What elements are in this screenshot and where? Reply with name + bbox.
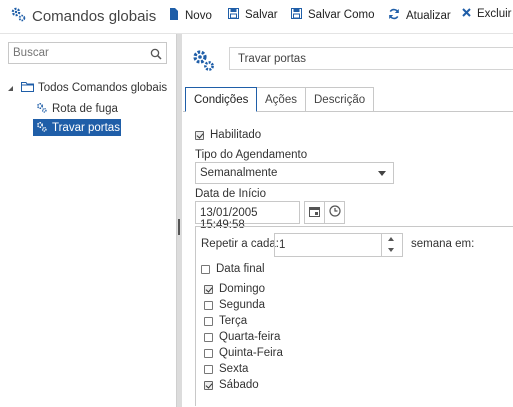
- delete-button[interactable]: Excluir: [462, 8, 512, 20]
- expand-triangle-icon[interactable]: [8, 82, 13, 94]
- repeat-label: Repetir a cada:: [201, 238, 279, 250]
- day-checkbox-row[interactable]: Sábado: [204, 379, 259, 391]
- save-as-button-label: Salvar Como: [308, 9, 375, 21]
- day-checkbox-row[interactable]: Sexta: [204, 363, 248, 375]
- chevron-up-icon[interactable]: [388, 237, 394, 241]
- tree-root[interactable]: Todos Comandos globais: [8, 80, 167, 96]
- save-button[interactable]: Salvar: [228, 8, 278, 22]
- tab-acoes[interactable]: Ações: [257, 87, 306, 111]
- repeat-interval-stepper[interactable]: 1: [274, 233, 403, 257]
- day-label: Domingo: [219, 283, 266, 295]
- end-date-checkbox[interactable]: [201, 264, 210, 274]
- day-checkbox-row[interactable]: Quarta-feira: [204, 331, 280, 343]
- refresh-button[interactable]: Atualizar: [388, 8, 451, 23]
- save-button-label: Salvar: [245, 9, 278, 21]
- tab-condicoes[interactable]: Condições: [185, 87, 258, 112]
- tree-item-label: Travar portas: [52, 121, 120, 134]
- day-label: Segunda: [219, 299, 266, 311]
- sidebar: Todos Comandos globais Rota de fuga Trav…: [0, 34, 176, 407]
- clock-button[interactable]: [324, 201, 345, 224]
- day-checkbox[interactable]: [204, 332, 213, 342]
- refresh-button-label: Atualizar: [406, 9, 451, 22]
- folder-icon: [21, 81, 34, 95]
- schedule-type-value: Semanalmente: [200, 167, 278, 179]
- command-name-input[interactable]: Travar portas: [229, 47, 513, 70]
- search-icon[interactable]: [150, 47, 162, 65]
- new-button[interactable]: Novo: [169, 8, 212, 23]
- day-checkbox-row[interactable]: Segunda: [204, 299, 265, 311]
- clock-icon: [328, 204, 341, 222]
- day-checkbox-row[interactable]: Domingo: [204, 283, 265, 295]
- search-box[interactable]: [8, 42, 167, 64]
- tree-root-label: Todos Comandos globais: [38, 82, 168, 94]
- save-as-icon: [291, 8, 308, 22]
- gears-icon: [36, 102, 47, 116]
- save-as-button[interactable]: Salvar Como: [291, 8, 374, 22]
- refresh-icon: [388, 8, 406, 23]
- tab-descricao[interactable]: Descrição: [305, 87, 375, 111]
- day-checkbox-row[interactable]: Terça: [204, 315, 247, 327]
- stepper-controls[interactable]: [381, 234, 402, 256]
- chevron-down-icon: [378, 171, 386, 176]
- chevron-down-icon[interactable]: [388, 248, 394, 252]
- save-icon: [228, 8, 245, 22]
- gears-icon: [36, 121, 47, 135]
- app-title-text: Comandos globais: [32, 7, 157, 25]
- day-checkbox[interactable]: [204, 316, 213, 326]
- panel-splitter[interactable]: [176, 34, 182, 407]
- start-date-label: Data de Início: [195, 188, 266, 200]
- day-checkbox[interactable]: [204, 348, 213, 358]
- gears-icon: [10, 6, 26, 26]
- tree-item-label: Rota de fuga: [52, 103, 118, 115]
- new-button-label: Novo: [185, 9, 212, 22]
- day-label: Terça: [219, 315, 248, 327]
- tab-bar: Condições Ações Descrição: [183, 87, 513, 112]
- splitter-grip[interactable]: [178, 219, 180, 235]
- delete-button-label: Excluir: [477, 8, 512, 20]
- calendar-button[interactable]: [304, 201, 325, 224]
- day-checkbox[interactable]: [204, 364, 213, 374]
- editor-panel: Travar portas Condições Ações Descrição …: [183, 34, 513, 407]
- day-checkbox[interactable]: [204, 300, 213, 310]
- schedule-type-label: Tipo do Agendamento: [195, 149, 308, 161]
- day-checkbox[interactable]: [204, 380, 213, 390]
- search-input[interactable]: [13, 44, 143, 62]
- day-label: Quarta-feira: [219, 331, 281, 343]
- end-date-label: Data final: [216, 263, 265, 275]
- new-document-icon: [169, 8, 185, 23]
- tree-item-rota-de-fuga[interactable]: Rota de fuga: [33, 100, 121, 118]
- repeat-interval-value: 1: [279, 239, 286, 251]
- top-toolbar: Comandos globais Novo Salvar Salvar Como…: [0, 0, 513, 33]
- app-title: Comandos globais: [10, 6, 156, 26]
- calendar-icon: [309, 204, 320, 222]
- enabled-label: Habilitado: [210, 129, 262, 141]
- enabled-checkbox-row[interactable]: Habilitado: [195, 129, 261, 141]
- tree-item-travar-portas[interactable]: Travar portas: [33, 119, 121, 136]
- day-label: Sexta: [219, 363, 249, 375]
- week-on-label: semana em:: [411, 238, 475, 250]
- gears-icon: [191, 48, 215, 77]
- day-label: Quinta-Feira: [219, 347, 283, 359]
- start-date-input[interactable]: 13/01/2005 15:49:58: [195, 201, 300, 231]
- schedule-type-select[interactable]: Semanalmente: [195, 162, 394, 184]
- day-checkbox[interactable]: [204, 284, 213, 294]
- enabled-checkbox[interactable]: [195, 130, 204, 140]
- close-x-icon: [462, 8, 477, 20]
- day-checkbox-row[interactable]: Quinta-Feira: [204, 347, 283, 359]
- day-label: Sábado: [219, 379, 259, 391]
- end-date-checkbox-row[interactable]: Data final: [201, 263, 265, 275]
